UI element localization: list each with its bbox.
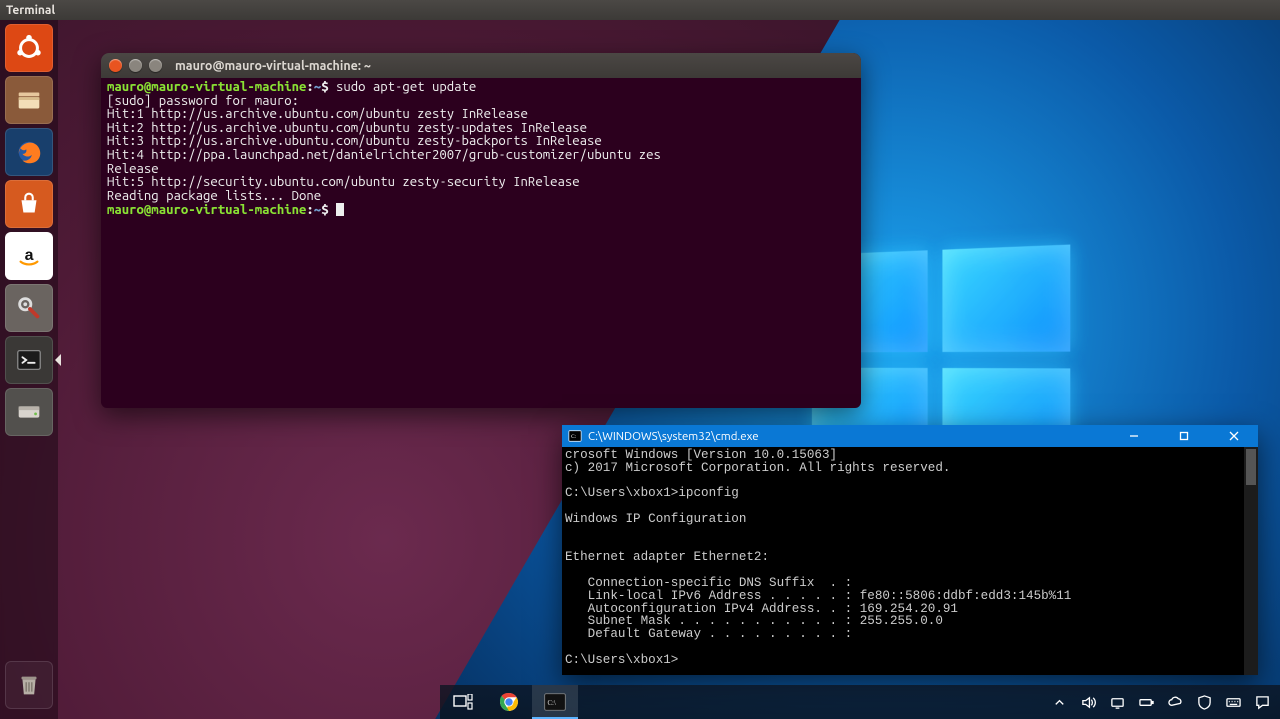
prompt-user: mauro@mauro-virtual-machine: [107, 80, 306, 94]
cmd-minimize-button[interactable]: [1112, 425, 1156, 447]
launcher-terminal[interactable]: [5, 336, 53, 384]
amazon-icon: a: [14, 241, 44, 271]
output-line: [sudo] password for mauro:: [107, 94, 299, 108]
output-line: C:\Users\xbox1>: [565, 653, 678, 667]
ubuntu-top-panel: Terminal: [0, 0, 1280, 20]
launcher-files[interactable]: [5, 76, 53, 124]
svg-text:a: a: [25, 247, 34, 264]
output-line: Hit:1 http://us.archive.ubuntu.com/ubunt…: [107, 107, 528, 121]
cmd-icon: C:: [568, 429, 582, 443]
output-line: Ethernet adapter Ethernet2:: [565, 550, 769, 564]
system-tray[interactable]: [1042, 685, 1280, 719]
tray-battery-icon[interactable]: [1139, 695, 1154, 710]
cmd-scroll-thumb[interactable]: [1246, 449, 1256, 485]
window-close-button[interactable]: [109, 59, 122, 72]
cmd-window-title: C:\WINDOWS\system32\cmd.exe: [588, 430, 759, 443]
output-line: Hit:2 http://us.archive.ubuntu.com/ubunt…: [107, 121, 587, 135]
panel-app-title: Terminal: [6, 4, 55, 17]
launcher-firefox[interactable]: [5, 128, 53, 176]
windows-taskbar[interactable]: C:\: [440, 685, 1280, 719]
tray-volume-icon[interactable]: [1081, 695, 1096, 710]
firefox-icon: [14, 137, 44, 167]
output-line: Hit:4 http://ppa.launchpad.net/danielric…: [107, 148, 661, 162]
output-line: Hit:5 http://security.ubuntu.com/ubuntu …: [107, 175, 580, 189]
tray-network-icon[interactable]: [1110, 695, 1125, 710]
window-minimize-button[interactable]: [129, 59, 142, 72]
launcher-trash[interactable]: [5, 661, 53, 709]
software-center-icon: [14, 189, 44, 219]
launcher-amazon[interactable]: a: [5, 232, 53, 280]
files-icon: [14, 85, 44, 115]
tray-action-center-icon[interactable]: [1255, 695, 1270, 710]
terminal-cursor: [336, 203, 344, 216]
output-line: Reading package lists... Done: [107, 189, 321, 203]
cmd-titlebar[interactable]: C: C:\WINDOWS\system32\cmd.exe: [562, 425, 1258, 447]
tray-keyboard-icon[interactable]: [1226, 695, 1241, 710]
disk-drive-icon: [14, 397, 44, 427]
output-line: c) 2017 Microsoft Corporation. All right…: [565, 461, 950, 475]
output-line: Hit:3 http://us.archive.ubuntu.com/ubunt…: [107, 134, 602, 148]
taskbar-cmd[interactable]: C:\: [532, 685, 578, 719]
tray-defender-icon[interactable]: [1197, 695, 1212, 710]
prompt-user: mauro@mauro-virtual-machine: [107, 203, 306, 217]
cmd-close-button[interactable]: [1212, 425, 1256, 447]
ubuntu-logo-icon: [14, 33, 44, 63]
taskbar-chrome[interactable]: [486, 685, 532, 719]
svg-text:C:: C:: [571, 434, 577, 440]
tray-show-hidden-icon[interactable]: [1052, 695, 1067, 710]
output-line: C:\Users\xbox1>ipconfig: [565, 486, 739, 500]
windows-cmd-window[interactable]: C: C:\WINDOWS\system32\cmd.exe crosoft W…: [562, 425, 1258, 675]
terminal-icon: [14, 345, 44, 375]
ubuntu-terminal-titlebar[interactable]: mauro@mauro-virtual-machine: ~: [101, 53, 861, 78]
cmd-taskbar-icon: C:\: [544, 693, 566, 711]
unity-launcher: a: [0, 20, 58, 719]
launcher-dash[interactable]: [5, 24, 53, 72]
cmd-body[interactable]: crosoft Windows [Version 10.0.15063] c) …: [562, 447, 1244, 675]
cmd-maximize-button[interactable]: [1162, 425, 1206, 447]
window-maximize-button[interactable]: [149, 59, 162, 72]
taskview-icon: [453, 694, 473, 710]
launcher-software[interactable]: [5, 180, 53, 228]
window-title: mauro@mauro-virtual-machine: ~: [175, 59, 371, 73]
gear-wrench-icon: [14, 293, 44, 323]
svg-text:C:\: C:\: [547, 700, 555, 707]
output-line: Default Gateway . . . . . . . . . :: [565, 627, 852, 641]
output-line: Release: [107, 162, 159, 176]
launcher-settings[interactable]: [5, 284, 53, 332]
output-line: Windows IP Configuration: [565, 512, 746, 526]
ubuntu-terminal-body[interactable]: mauro@mauro-virtual-machine:~$ sudo apt-…: [101, 78, 861, 221]
taskbar-taskview[interactable]: [440, 685, 486, 719]
trash-icon: [14, 670, 44, 700]
cmd-scrollbar[interactable]: [1244, 447, 1258, 675]
chrome-icon: [498, 691, 520, 713]
ubuntu-terminal-window[interactable]: mauro@mauro-virtual-machine: ~ mauro@mau…: [101, 53, 861, 408]
command-text: sudo apt-get update: [336, 80, 476, 94]
tray-onedrive-icon[interactable]: [1168, 695, 1183, 710]
launcher-disks[interactable]: [5, 388, 53, 436]
